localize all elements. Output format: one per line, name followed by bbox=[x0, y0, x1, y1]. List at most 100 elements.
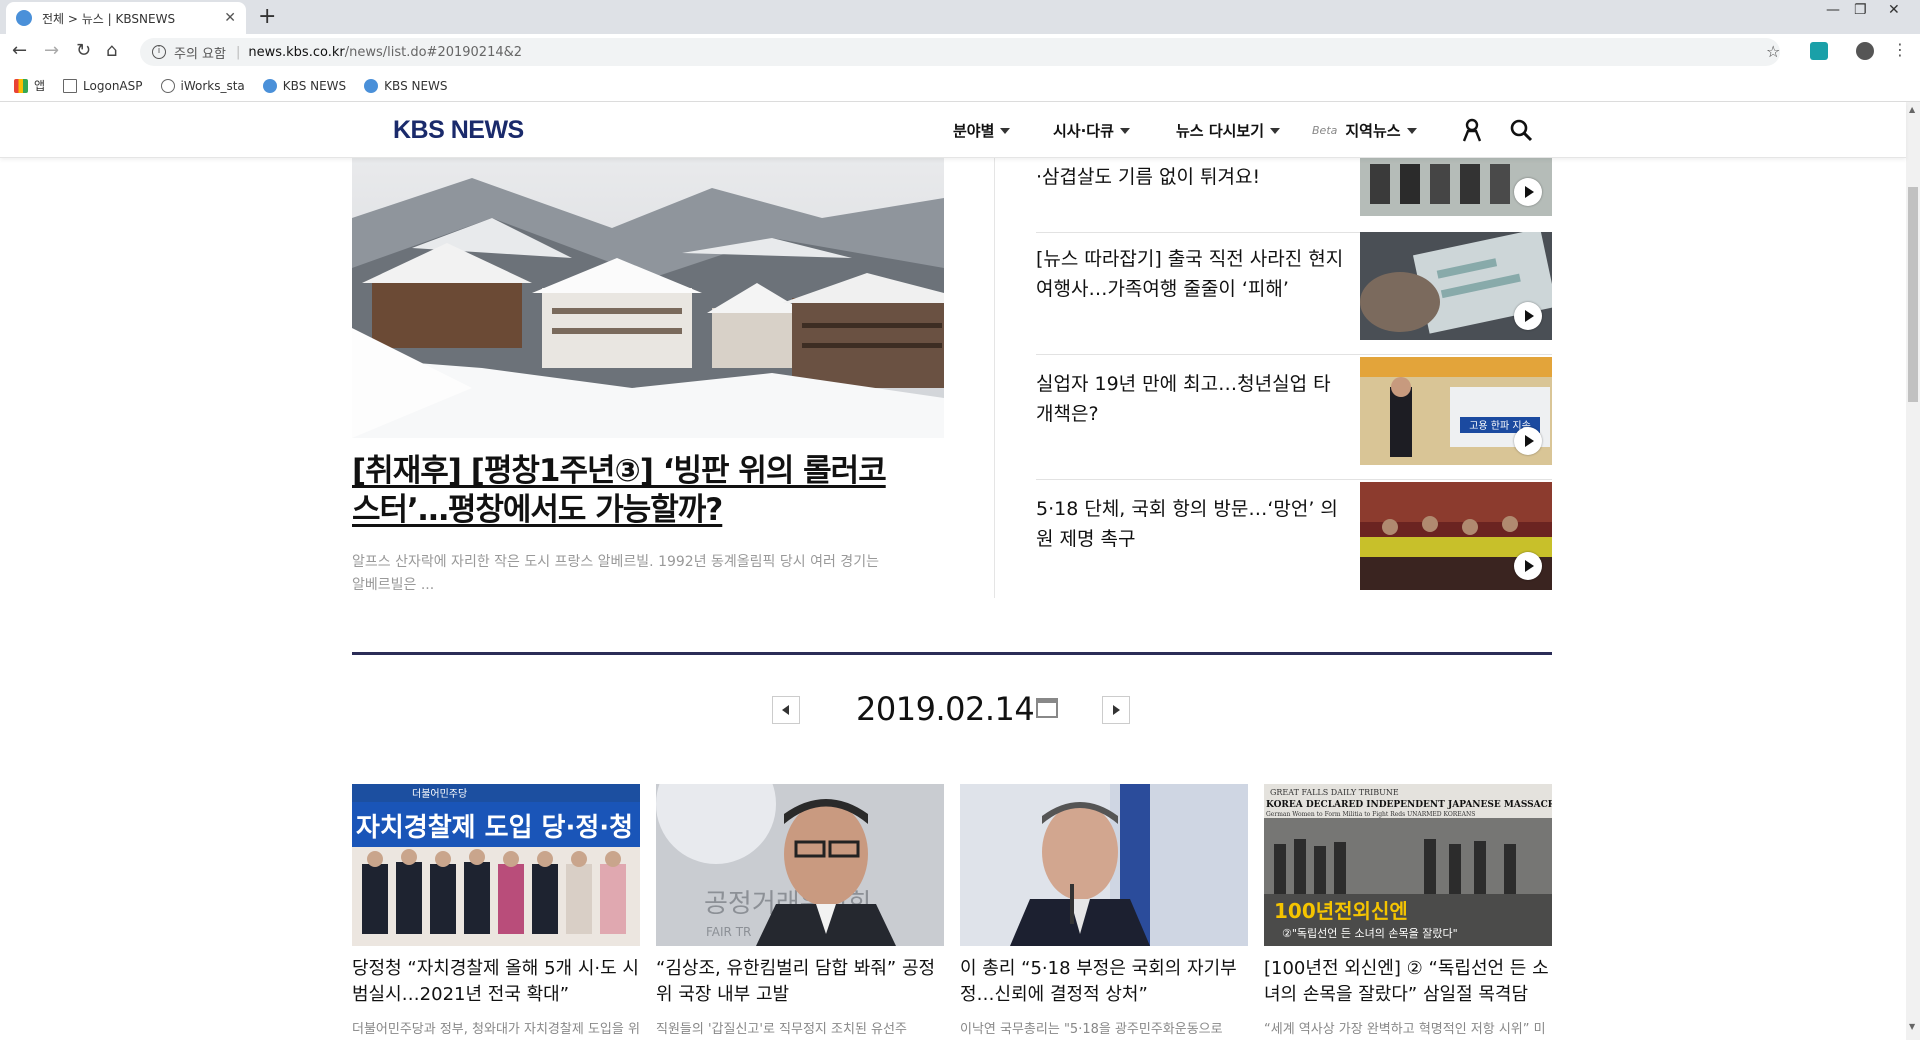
caret-down-icon bbox=[1119, 127, 1130, 134]
url-host: news.kbs.co.kr bbox=[248, 44, 345, 60]
tab-strip: 전체 > 뉴스 | KBSNEWS ✕ + — ❐ ✕ bbox=[0, 0, 1920, 34]
kbs-favicon-icon bbox=[16, 10, 32, 26]
scroll-down-icon[interactable]: ▼ bbox=[1909, 1022, 1915, 1031]
side-news-item[interactable]: 5·18 단체, 국회 항의 방문…‘망언’ 의원 제명 촉구 bbox=[1036, 480, 1552, 605]
next-date-button[interactable] bbox=[1102, 696, 1130, 724]
home-icon[interactable]: ⌂ bbox=[106, 40, 117, 61]
back-icon[interactable]: ← bbox=[12, 40, 27, 61]
browser-toolbar: ← → ↻ ⌂ i 주의 요함 | news.kbs.co.kr/news/li… bbox=[0, 34, 1920, 70]
nav-current-affairs[interactable]: 시사·다큐 bbox=[1053, 120, 1130, 141]
menu-icon[interactable]: ⋮ bbox=[1892, 40, 1908, 59]
main-content: [취재후] [평창1주년③] ‘빙판 위의 롤러코스터’…평창에서도 가능할까?… bbox=[0, 158, 1906, 1040]
bookmark-apps[interactable]: 앱 bbox=[14, 77, 45, 94]
minimize-icon[interactable]: — bbox=[1826, 2, 1840, 18]
side-news-title[interactable]: ·삼겹살도 기름 없이 튀겨요! bbox=[1036, 162, 1346, 192]
news-card[interactable]: 이 총리 “5·18 부정은 국회의 자기부정…신뢰에 결정적 상처” 이낙연 … bbox=[960, 784, 1248, 1037]
kbs-news-logo[interactable]: KBS NEWS bbox=[393, 116, 524, 145]
tab-close-icon[interactable]: ✕ bbox=[224, 10, 236, 26]
scroll-up-icon[interactable]: ▲ bbox=[1909, 105, 1915, 114]
card-image-caption: FAIR TR bbox=[706, 925, 751, 939]
bookmark-kbs-news-2[interactable]: KBS NEWS bbox=[364, 78, 448, 93]
side-news-thumb[interactable]: 고용 한파 지속 bbox=[1360, 357, 1552, 465]
side-news-thumb[interactable] bbox=[1360, 158, 1552, 216]
play-icon[interactable] bbox=[1514, 178, 1542, 206]
restore-icon[interactable]: ❐ bbox=[1854, 2, 1867, 18]
bookmark-iworks[interactable]: iWorks_sta bbox=[160, 78, 245, 93]
card-title[interactable]: [100년전 외신엔] ② “독립선언 든 소녀의 손목을 잘랐다” 삼일절 목… bbox=[1264, 956, 1552, 1008]
info-icon[interactable]: i bbox=[152, 45, 166, 59]
bookmark-label: LogonASP bbox=[83, 78, 143, 93]
new-tab-button[interactable]: + bbox=[258, 4, 276, 29]
card-title[interactable]: 이 총리 “5·18 부정은 국회의 자기부정…신뢰에 결정적 상처” bbox=[960, 956, 1248, 1008]
card-image-text: 100년전외신엔 bbox=[1274, 899, 1408, 923]
nav-category[interactable]: 분야별 bbox=[953, 120, 1011, 141]
card-description: 직원들의 '갑질신고'로 직무정지 조치된 유선주 bbox=[656, 1022, 907, 1037]
hero-description: 알프스 산자락에 자리한 작은 도시 프랑스 알베르빌. 1992년 동계올림픽… bbox=[352, 554, 879, 593]
browser-chrome: 전체 > 뉴스 | KBSNEWS ✕ + — ❐ ✕ ← → ↻ ⌂ i 주의… bbox=[0, 0, 1920, 102]
card-description: 이낙연 국무총리는 "5·18을 광주민주화운동으로 bbox=[960, 1022, 1223, 1037]
nav-label: 시사·다큐 bbox=[1053, 122, 1114, 140]
card-image-text: 자치경찰제 도입 당·정·청 bbox=[356, 813, 633, 843]
bookmark-label: KBS NEWS bbox=[282, 78, 347, 93]
caret-down-icon bbox=[1406, 127, 1417, 134]
nav-replay[interactable]: 뉴스 다시보기 bbox=[1176, 120, 1281, 141]
card-image-caption: 더불어민주당 bbox=[412, 788, 467, 800]
bookmark-label: iWorks_sta bbox=[180, 78, 245, 93]
side-news-title[interactable]: 5·18 단체, 국회 항의 방문…‘망언’ 의원 제명 촉구 bbox=[1036, 494, 1346, 554]
bookmark-logonasp[interactable]: LogonASP bbox=[63, 78, 143, 93]
card-image-subtext: ②"독립선언 든 소녀의 손목을 잘랐다" bbox=[1282, 927, 1458, 940]
scrollbar-thumb[interactable] bbox=[1908, 187, 1918, 402]
card-title[interactable]: “김상조, 유한킴벌리 담합 봐줘” 공정위 국장 내부 고발 bbox=[656, 956, 944, 1008]
kbs-favicon-icon bbox=[364, 78, 379, 93]
caret-down-icon bbox=[1000, 127, 1011, 134]
news-card[interactable]: GREAT FALLS DAILY TRIBUNE KOREA DECLARED… bbox=[1264, 784, 1552, 1040]
card-image[interactable]: GREAT FALLS DAILY TRIBUNE KOREA DECLARED… bbox=[1264, 784, 1552, 946]
bookmark-star-icon[interactable]: ☆ bbox=[1766, 42, 1780, 61]
bookmarks-bar: 앱 LogonASP iWorks_sta KBS NEWS KBS NEWS bbox=[0, 70, 1920, 102]
calendar-icon[interactable] bbox=[1036, 698, 1058, 718]
side-news-item[interactable]: [뉴스 따라잡기] 출국 직전 사라진 현지 여행사…가족여행 줄줄이 ‘피해’ bbox=[1036, 230, 1552, 355]
section-divider bbox=[352, 652, 1552, 655]
close-window-icon[interactable]: ✕ bbox=[1888, 2, 1900, 18]
play-icon[interactable] bbox=[1514, 427, 1542, 455]
side-news-thumb[interactable] bbox=[1360, 482, 1552, 590]
hero-headline[interactable]: [취재후] [평창1주년③] ‘빙판 위의 롤러코스터’…평창에서도 가능할까? bbox=[352, 452, 912, 530]
play-icon[interactable] bbox=[1514, 552, 1542, 580]
card-image[interactable]: 더불어민주당 자치경찰제 도입 당·정·청 bbox=[352, 784, 640, 946]
address-bar[interactable]: i 주의 요함 | news.kbs.co.kr/news/list.do#20… bbox=[140, 38, 1780, 66]
news-card[interactable]: 더불어민주당 자치경찰제 도입 당·정·청 당정청 “자치경찰제 올해 5개 시… bbox=[352, 784, 640, 1040]
user-icon[interactable] bbox=[1460, 118, 1484, 142]
card-image[interactable] bbox=[960, 784, 1248, 946]
browser-tab[interactable]: 전체 > 뉴스 | KBSNEWS ✕ bbox=[6, 2, 246, 34]
bookmark-kbs-news-1[interactable]: KBS NEWS bbox=[262, 78, 347, 93]
side-news-title[interactable]: 실업자 19년 만에 최고…청년실업 타개책은? bbox=[1036, 369, 1346, 429]
side-news-title[interactable]: [뉴스 따라잡기] 출국 직전 사라진 현지 여행사…가족여행 줄줄이 ‘피해’ bbox=[1036, 244, 1346, 304]
security-warning: 주의 요함 bbox=[174, 46, 226, 62]
date-navigator: 2019.02.14 bbox=[772, 686, 1132, 732]
tab-title: 전체 > 뉴스 | KBSNEWS bbox=[42, 11, 176, 26]
nav-label: 지역뉴스 bbox=[1345, 122, 1401, 140]
site-header: KBS NEWS 분야별 시사·다큐 뉴스 다시보기 Beta 지역뉴스 bbox=[0, 102, 1906, 158]
forward-icon[interactable]: → bbox=[44, 40, 59, 61]
extension-icon[interactable] bbox=[1810, 42, 1828, 60]
card-title[interactable]: 당정청 “자치경찰제 올해 5개 시·도 시범실시…2021년 전국 확대” bbox=[352, 956, 640, 1008]
card-image[interactable]: 공정거래위원회 FAIR TR bbox=[656, 784, 944, 946]
nav-regional[interactable]: Beta 지역뉴스 bbox=[1312, 120, 1417, 141]
prev-date-button[interactable] bbox=[772, 696, 800, 724]
page-icon bbox=[63, 78, 78, 93]
play-icon[interactable] bbox=[1514, 302, 1542, 330]
side-news-thumb[interactable] bbox=[1360, 232, 1552, 340]
profile-icon[interactable] bbox=[1856, 42, 1874, 60]
page-scrollbar[interactable]: ▲ ▼ bbox=[1906, 102, 1920, 1040]
caret-down-icon bbox=[1270, 127, 1281, 134]
hero-image[interactable] bbox=[352, 158, 944, 438]
news-card[interactable]: 공정거래위원회 FAIR TR “김상조, 유한킴벌리 담합 봐줘” 공정위 국… bbox=[656, 784, 944, 1037]
reload-icon[interactable]: ↻ bbox=[76, 40, 91, 61]
bookmark-label: 앱 bbox=[34, 79, 46, 93]
side-news-item[interactable]: ·삼겹살도 기름 없이 튀겨요! bbox=[1036, 158, 1552, 233]
column-divider bbox=[994, 158, 995, 598]
nav-label: 분야별 bbox=[953, 122, 995, 140]
search-icon[interactable] bbox=[1509, 118, 1533, 142]
side-news-item[interactable]: 실업자 19년 만에 최고…청년실업 타개책은? 고용 한파 지속 bbox=[1036, 355, 1552, 480]
kbs-favicon-icon bbox=[262, 78, 277, 93]
